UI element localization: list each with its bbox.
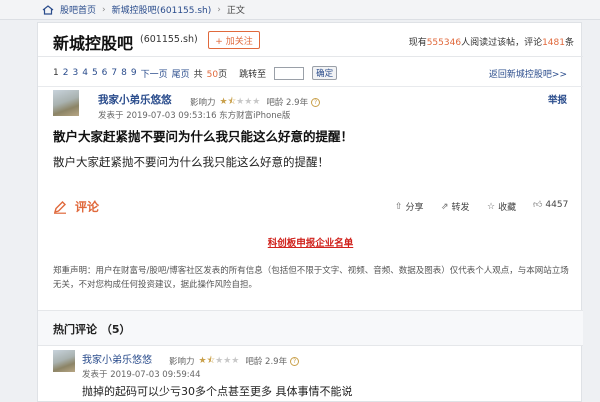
total-pages: 共 50页 <box>194 67 231 80</box>
pencil-icon <box>53 200 66 214</box>
pagination: 1 2 3 4 5 6 7 8 9 下一页 尾页 共 50页 跳转至 确定 <box>53 66 338 80</box>
influence-label: 影响力 <box>169 357 195 367</box>
like-button[interactable]: 👍︎ 4457 <box>533 200 568 210</box>
breadcrumb-bar-link[interactable]: 新城控股吧(601155.sh) <box>112 3 212 16</box>
author-meta: 影响力 ★⯪★★★ 吧龄 2.9年 ? <box>190 94 321 110</box>
comment-count: 1481 <box>542 38 565 48</box>
page-jump-input[interactable] <box>274 66 305 80</box>
comment-text: 抛掉的起码可以少亏30多个点甚至更多 具体事情不能说 <box>82 385 353 398</box>
breadcrumb-current: 正文 <box>226 6 245 16</box>
like-count: 4457 <box>545 200 569 210</box>
comment-button[interactable]: 评论 <box>53 198 99 215</box>
stats-mid: 人阅读过该帖，评论 <box>461 38 543 48</box>
bar-code: (601155.sh) <box>140 34 198 45</box>
share-label: 分享 <box>405 203 424 213</box>
page-link[interactable]: 9 <box>131 68 137 78</box>
page-link[interactable]: 6 <box>102 68 108 78</box>
post-timestamp: 发表于 2019-07-03 09:53:16 东方财富iPhone版 <box>98 111 291 121</box>
ad-link[interactable]: 科创板申报企业名单 <box>38 235 583 249</box>
stats-prefix: 现有 <box>408 38 427 48</box>
breadcrumb: 股吧首页 › 新城控股吧(601155.sh) › 正文 <box>0 0 600 20</box>
total-suffix: 页 <box>218 69 228 80</box>
jump-ok-button[interactable]: 确定 <box>312 66 338 80</box>
comment-author-meta: 影响力 ★⯪★★★ 吧龄 2.9年 ? <box>169 353 300 369</box>
breadcrumb-separator: › <box>217 4 221 15</box>
read-stats: 现有555346人阅读过该帖，评论1481条 <box>409 35 574 48</box>
page-link[interactable]: 4 <box>82 68 88 78</box>
comment-author[interactable]: 我家小弟乐悠悠 <box>82 351 152 366</box>
repost-label: 转发 <box>451 203 470 213</box>
page-link[interactable]: 5 <box>92 68 98 78</box>
bar-age: 吧龄 2.9年 <box>245 357 288 367</box>
avatar[interactable] <box>53 350 75 372</box>
info-icon: ? <box>290 356 300 366</box>
page-link[interactable]: 1 <box>53 68 59 78</box>
avatar[interactable] <box>53 90 79 116</box>
total-prefix: 共 <box>193 69 203 80</box>
info-icon: ? <box>311 97 321 107</box>
report-link[interactable]: 举报 <box>548 92 567 106</box>
back-to-bar-link[interactable]: 返回新城控股吧>> <box>489 67 567 80</box>
next-page-link[interactable]: 下一页 <box>141 67 168 80</box>
breadcrumb-separator: › <box>102 4 106 15</box>
disclaimer: 郑重声明：用户在财富号/股吧/博客社区发表的所有信息（包括但不限于文字、视频、音… <box>53 266 569 290</box>
favorite-label: 收藏 <box>498 203 517 213</box>
total-pages-value: 50 <box>206 69 219 80</box>
repost-button[interactable]: ⇗ 转发 <box>441 200 470 214</box>
share-icon: ⇧ <box>395 201 403 212</box>
comment-label: 评论 <box>75 200 100 214</box>
divider <box>38 86 583 87</box>
hot-comments-header: 热门评论 （5） <box>38 310 583 346</box>
reader-count: 555346 <box>426 38 462 48</box>
bar-header: 新城控股吧 (601155.sh) + 加关注 现有555346人阅读过该帖，评… <box>38 23 583 57</box>
influence-stars: ★⯪★★★ <box>198 356 240 366</box>
page-link[interactable]: 7 <box>111 68 117 78</box>
home-icon[interactable] <box>42 4 54 15</box>
comment-timestamp: 发表于 2019-07-03 09:59:44 <box>82 370 201 380</box>
bar-age: 吧龄 2.9年 <box>266 98 309 108</box>
stats-suffix: 条 <box>564 38 574 48</box>
post-author[interactable]: 我家小弟乐悠悠 <box>98 92 172 107</box>
post-panel: 新城控股吧 (601155.sh) + 加关注 现有555346人阅读过该帖，评… <box>37 22 583 402</box>
post-body: 散户大家赶紧抛不要问为什么我只能这么好意的提醒！ <box>53 155 329 169</box>
repost-icon: ⇗ <box>441 201 449 212</box>
favorite-button[interactable]: ☆ 收藏 <box>487 200 517 214</box>
post-title: 散户大家赶紧抛不要问为什么我只能这么好意的提醒！ <box>53 129 354 144</box>
follow-button[interactable]: + 加关注 <box>208 31 260 49</box>
thumbs-up-icon: 👍︎ <box>533 200 543 210</box>
share-button[interactable]: ⇧ 分享 <box>395 200 424 214</box>
jump-label: 跳转至 <box>239 69 267 80</box>
influence-label: 影响力 <box>190 98 216 108</box>
last-page-link[interactable]: 尾页 <box>172 67 190 80</box>
page-link[interactable]: 3 <box>72 68 78 78</box>
hot-comments-title: 热门评论 （5） <box>53 323 131 336</box>
bar-name[interactable]: 新城控股吧 <box>53 30 133 54</box>
page-link[interactable]: 2 <box>63 68 69 78</box>
page-link[interactable]: 8 <box>121 68 127 78</box>
influence-stars: ★⯪★★★ <box>219 97 261 107</box>
star-icon: ☆ <box>487 201 496 212</box>
breadcrumb-home-link[interactable]: 股吧首页 <box>60 3 96 16</box>
